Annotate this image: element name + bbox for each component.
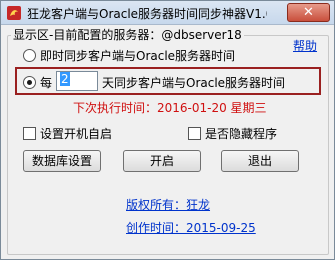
autostart-option[interactable]: 设置开机自启 <box>23 125 112 142</box>
periodic-sync-radio[interactable] <box>23 76 36 89</box>
window-title: 狂龙客户端与Oracle服务器时间同步神器V1.0... <box>27 7 267 21</box>
group-label: 显示区-目前配置的服务器：@dbserver18 <box>11 26 244 43</box>
immediate-sync-option[interactable]: 即时同步客户端与Oracle服务器时间 <box>23 47 235 64</box>
copyright-link[interactable]: 版权所有：狂龙 <box>126 196 210 213</box>
days-interval-value: 2 <box>60 72 70 86</box>
periodic-sync-option[interactable]: 每 <box>23 74 52 91</box>
db-settings-button[interactable]: 数据库设置 <box>23 150 101 172</box>
hide-checkbox[interactable] <box>188 127 201 140</box>
autostart-label: 设置开机自启 <box>40 127 113 141</box>
autostart-checkbox[interactable] <box>23 127 36 140</box>
created-date-link[interactable]: 创作时间：2015-09-25 <box>126 219 256 236</box>
exit-button[interactable]: 退出 <box>221 150 299 172</box>
every-suffix-label: 天同步客户端与Oracle服务器时间 <box>102 76 286 90</box>
hide-label: 是否隐藏程序 <box>205 127 278 141</box>
help-link[interactable]: 帮助 <box>293 37 317 54</box>
next-run-time: 下次执行时间：2016-01-20 星期三 <box>73 101 267 115</box>
days-interval-input[interactable]: 2 <box>56 71 98 91</box>
close-icon: ✕ <box>303 5 314 20</box>
hide-option[interactable]: 是否隐藏程序 <box>188 125 277 142</box>
title-bar[interactable]: 狂龙客户端与Oracle服务器时间同步神器V1.0... ✕ <box>1 1 334 25</box>
start-button[interactable]: 开启 <box>123 150 201 172</box>
app-dragon-icon <box>7 6 21 20</box>
every-prefix-label: 每 <box>40 76 53 90</box>
immediate-sync-radio[interactable] <box>23 49 36 62</box>
app-window: 狂龙客户端与Oracle服务器时间同步神器V1.0... ✕ 显示区-目前配置的… <box>0 0 335 260</box>
close-button[interactable]: ✕ <box>287 3 330 22</box>
immediate-sync-label: 即时同步客户端与Oracle服务器时间 <box>40 49 236 63</box>
